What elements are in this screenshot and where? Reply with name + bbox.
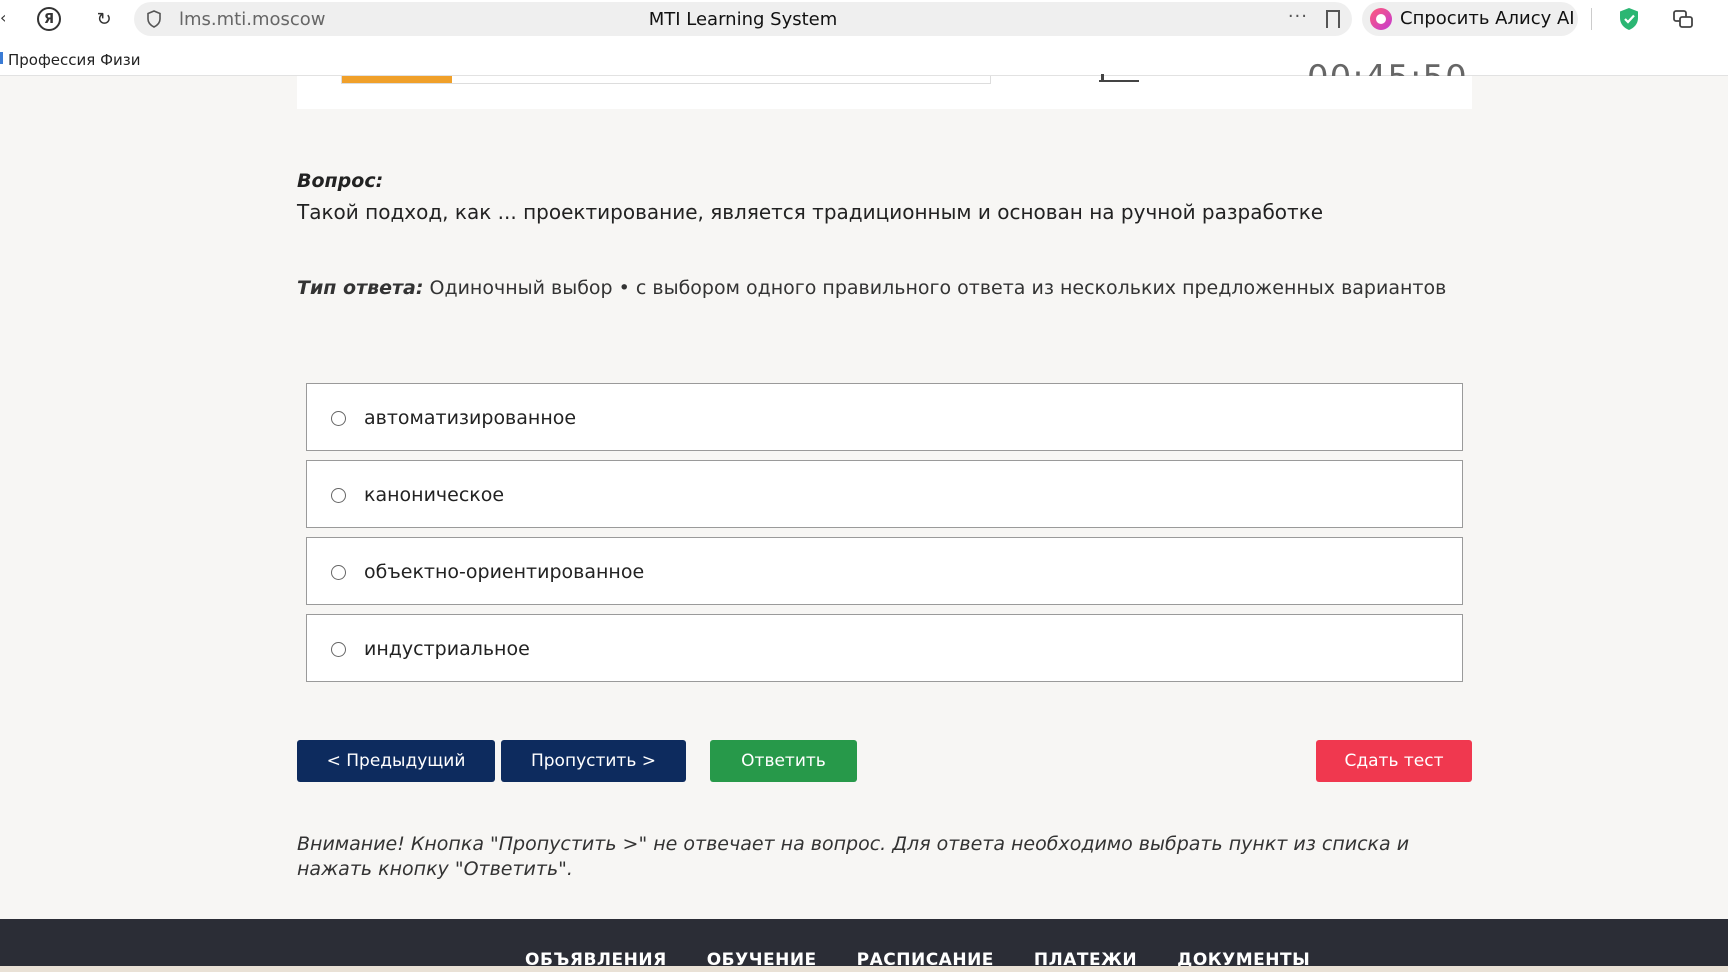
question-label: Вопрос: bbox=[297, 170, 384, 192]
more-icon[interactable]: ··· bbox=[1288, 6, 1308, 27]
radio-button[interactable] bbox=[331, 565, 346, 580]
questions-count-icon bbox=[1099, 74, 1139, 82]
progress-bar bbox=[341, 76, 991, 84]
site-footer: ОБЪЯВЛЕНИЯ ОБУЧЕНИЕ РАСПИСАНИЕ ПЛАТЕЖИ Д… bbox=[0, 919, 1728, 972]
browser-page-title: MTI Learning System bbox=[648, 9, 838, 30]
bookmark-favicon-icon bbox=[0, 52, 3, 64]
yandex-home-icon[interactable]: Я bbox=[35, 6, 63, 32]
answer-option-label: индустриальное bbox=[364, 638, 530, 660]
radio-button[interactable] bbox=[331, 488, 346, 503]
submit-test-button[interactable]: Сдать тест bbox=[1316, 740, 1472, 782]
skip-warning-notice: Внимание! Кнопка "Пропустить >" не отвеч… bbox=[297, 833, 1410, 880]
answer-option-label: каноническое bbox=[364, 484, 505, 506]
answer-option[interactable]: объектно-ориентированное bbox=[306, 537, 1463, 605]
answer-type-label: Тип ответа: bbox=[297, 277, 424, 299]
answer-type: Тип ответа: Одиночный выбор • с выбором … bbox=[297, 277, 1446, 299]
extensions-icon[interactable] bbox=[1670, 6, 1696, 32]
reload-icon[interactable]: ↻ bbox=[90, 6, 118, 32]
question-text: Такой подход, как ... проектирование, яв… bbox=[297, 200, 1324, 224]
protect-shield-icon[interactable] bbox=[1616, 6, 1642, 32]
address-bar[interactable]: lms.mti.moscow MTI Learning System ··· bbox=[134, 2, 1352, 36]
radio-button[interactable] bbox=[331, 411, 346, 426]
progress-bar-fill bbox=[342, 76, 453, 83]
answer-type-text: Одиночный выбор • с выбором одного прави… bbox=[429, 277, 1447, 299]
answer-option-label: автоматизированное bbox=[364, 407, 577, 429]
ask-alice-label: Спросить Алису AI bbox=[1400, 8, 1575, 29]
answer-option-label: объектно-ориентированное bbox=[364, 561, 645, 583]
browser-toolbar: ‹ Я ↻ lms.mti.moscow MTI Learning System… bbox=[0, 0, 1728, 38]
answer-option[interactable]: индустриальное bbox=[306, 614, 1463, 682]
answer-option[interactable]: каноническое bbox=[306, 460, 1463, 528]
bookmark-icon[interactable] bbox=[1326, 10, 1340, 28]
test-status-panel: 00:45:50 bbox=[297, 58, 1472, 109]
ask-alice-button[interactable]: Спросить Алису AI bbox=[1362, 2, 1578, 36]
alice-icon bbox=[1370, 8, 1392, 30]
bookmark-item[interactable]: Профессия Физи bbox=[8, 51, 142, 69]
timer: 00:45:50 bbox=[1307, 58, 1468, 76]
footer-bottom-strip bbox=[0, 966, 1728, 972]
back-arrow-icon[interactable]: ‹ bbox=[0, 8, 6, 27]
skip-button[interactable]: Пропустить > bbox=[501, 740, 686, 782]
bookmarks-bar: Профессия Физи bbox=[0, 38, 1728, 76]
radio-button[interactable] bbox=[331, 642, 346, 657]
toolbar-divider bbox=[1591, 8, 1592, 30]
answer-button[interactable]: Ответить bbox=[710, 740, 857, 782]
previous-button[interactable]: < Предыдущий bbox=[297, 740, 495, 782]
answer-option[interactable]: автоматизированное bbox=[306, 383, 1463, 451]
